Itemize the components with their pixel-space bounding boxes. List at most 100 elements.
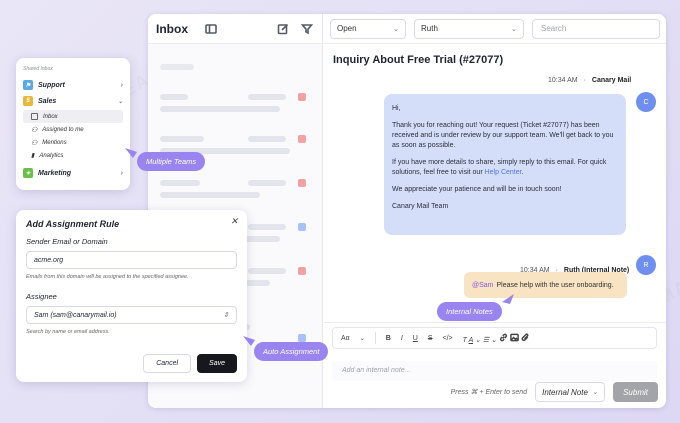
send-row: Press ⌘ + Enter to send Internal Note ⌄ … (451, 382, 658, 402)
cancel-button[interactable]: Cancel (143, 354, 192, 373)
avatar-initial: C (643, 98, 649, 106)
reply-mode-value: Internal Note (542, 387, 588, 397)
chevron-right-icon: › (120, 81, 123, 89)
callout-pointer (502, 294, 514, 304)
user-icon: ⚇ (31, 126, 38, 134)
image-icon[interactable] (509, 333, 521, 344)
message-meta: 10:34 AM · Canary Mail (548, 77, 631, 84)
assignee-select[interactable]: Ruth ⌄ (414, 18, 524, 39)
team-label: Marketing (38, 169, 72, 177)
sidebar-item-label: Inbox (43, 113, 58, 120)
bold-icon[interactable]: B (386, 335, 391, 342)
dialog-actions: Cancel Save (143, 354, 237, 373)
divider (374, 332, 376, 344)
team-support[interactable]: ⚑ Support › (23, 78, 123, 92)
link-icon[interactable] (499, 333, 510, 344)
team-marketing[interactable]: ✦ Marketing › (23, 166, 123, 180)
submit-button[interactable]: Submit (613, 382, 658, 402)
italic-icon[interactable]: I (401, 335, 403, 342)
message-sender: Canary Mail (591, 77, 632, 84)
team-sales[interactable]: $ Sales ⌄ (23, 94, 123, 108)
send-hint: Press ⌘ + Enter to send (450, 389, 528, 396)
assignee-select-value: Ruth (421, 24, 438, 33)
mention-icon: ⚇ (31, 139, 38, 147)
callout-multiple-teams: Multiple Teams (137, 152, 206, 171)
assignee-select-field[interactable]: Sam (sam@canarymail.io) ⇕ (26, 306, 237, 324)
team-label: Sales (38, 97, 57, 105)
status-select-value: Open (337, 24, 357, 33)
teams-card: Shared Inbox ⚑ Support › $ Sales ⌄ Inbox… (16, 58, 130, 190)
assignee-field-value: Sam (sam@canarymail.io) (34, 311, 117, 319)
sidebar-item-label: Analytics (39, 152, 64, 159)
help-center-link[interactable]: Help Center (485, 169, 522, 176)
support-team-icon: ⚑ (23, 80, 33, 90)
sidebar-item-assigned[interactable]: ⚇ Assigned to me (23, 123, 123, 136)
sender-domain-input[interactable]: acme.org (26, 251, 237, 269)
message-signature: Canary Mail Team (392, 203, 449, 210)
message-text: . (521, 169, 524, 176)
sidebar-item-analytics[interactable]: ▮ Analytics (23, 149, 123, 162)
list-item[interactable] (158, 86, 313, 126)
chevron-updown-icon: ⇕ (223, 312, 229, 319)
search-input[interactable]: Search (532, 18, 660, 39)
font-size-button[interactable]: Aα (341, 335, 350, 342)
code-icon[interactable]: </> (443, 335, 453, 342)
message-paragraph: If you have more details to share, simpl… (392, 158, 618, 178)
chevron-down-icon: ⌄ (511, 25, 517, 33)
chevron-down-icon: ⌄ (359, 335, 365, 342)
chevron-down-icon: ⌄ (393, 25, 399, 33)
chevron-down-icon: ⌄ (592, 389, 599, 396)
attachment-icon[interactable] (521, 333, 530, 344)
inbox-title: Inbox (156, 21, 188, 36)
search-placeholder: Search (541, 24, 567, 33)
sidebar-item-inbox[interactable]: Inbox (23, 110, 123, 123)
message-bubble: Hi, Thank you for reaching out! Your req… (384, 94, 626, 235)
sender-field-label: Sender Email or Domain (26, 237, 108, 246)
assignee-field-label: Assignee (26, 292, 57, 301)
reply-mode-select[interactable]: Internal Note ⌄ (535, 382, 606, 402)
avatar[interactable]: C (636, 92, 656, 112)
meta-separator: · (583, 77, 586, 84)
sidebar-layout-icon[interactable] (204, 22, 218, 36)
sidebar-item-label: Assigned to me (42, 126, 84, 133)
sender-help-text: Emails from this domain will be assigned… (26, 274, 189, 280)
format-toolbar: Aα ⌄ B I U S </> T A ⌄ ☰ ⌄ (332, 327, 657, 349)
marketing-team-icon: ✦ (23, 168, 33, 178)
message-time: 10:34 AM (548, 77, 578, 84)
sender-domain-value: acme.org (34, 256, 64, 264)
conversation-subject: Inquiry About Free Trial (#27077) (333, 54, 504, 66)
callout-internal-notes: Internal Notes (437, 302, 502, 321)
mention-tag[interactable]: @Sam (472, 282, 494, 289)
sales-team-icon: $ (23, 96, 33, 106)
clear-format-icon[interactable]: T A ⌄ ☰ ⌄ (463, 333, 530, 344)
note-editor: Aα ⌄ B I U S </> T A ⌄ ☰ ⌄ Add an intern… (324, 322, 666, 408)
note-text: Please help with the user onboarding. (496, 281, 614, 289)
sidebar-item-label: Mentions (42, 139, 67, 146)
list-item[interactable] (158, 172, 313, 212)
callout-auto-assignment: Auto Assignment (254, 342, 329, 361)
inbox-icon (31, 113, 38, 120)
compose-icon[interactable] (276, 22, 290, 36)
sidebar-item-mentions[interactable]: ⚇ Mentions (23, 136, 123, 149)
avatar[interactable]: R (636, 255, 656, 275)
conversation-toolbar: Open ⌄ Ruth ⌄ Search (324, 14, 666, 44)
strikethrough-icon[interactable]: S (428, 335, 433, 342)
underline-icon[interactable]: U (413, 335, 418, 342)
assignee-help-text: Search by name or email address. (26, 329, 110, 335)
text-color-icon[interactable]: A ⌄ (469, 337, 481, 344)
teams-card-header: Shared Inbox (23, 66, 53, 72)
dialog-title: Add Assignment Rule (26, 219, 120, 229)
internal-note-input[interactable]: Add an internal note... (332, 361, 657, 381)
status-select[interactable]: Open ⌄ (330, 18, 406, 39)
message-greeting: Hi, (392, 105, 401, 112)
assignment-rule-dialog: Add Assignment Rule ✕ Sender Email or Do… (16, 210, 247, 382)
list-icon[interactable]: ☰ ⌄ (483, 337, 497, 344)
save-button[interactable]: Save (197, 354, 237, 373)
callout-pointer (125, 148, 137, 158)
message-paragraph: We appreciate your patience and will be … (392, 186, 562, 193)
analytics-icon: ▮ (31, 153, 35, 159)
message-paragraph: Thank you for reaching out! Your request… (392, 122, 614, 149)
filter-icon[interactable] (300, 22, 314, 36)
close-icon[interactable]: ✕ (230, 216, 238, 227)
note-placeholder: Add an internal note... (342, 367, 411, 374)
